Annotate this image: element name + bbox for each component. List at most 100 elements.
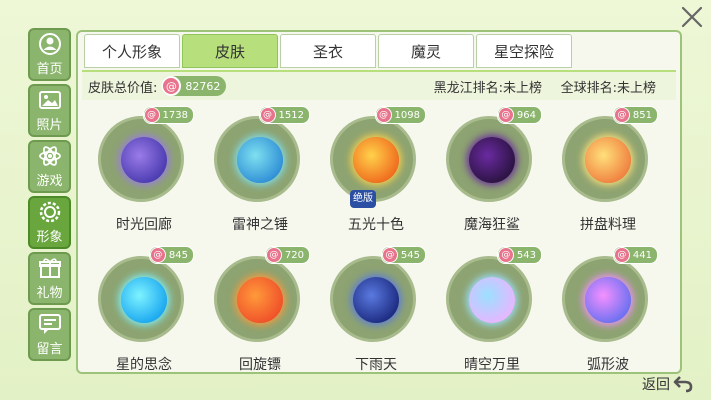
price-value: 845 xyxy=(168,249,188,261)
province-rank: 黑龙江排名:未上榜 xyxy=(433,80,542,96)
price-badge: @1738 xyxy=(142,106,194,124)
price-badge: @851 xyxy=(612,106,658,124)
total-value: 82762 xyxy=(185,79,221,93)
price-badge: @441 xyxy=(612,246,658,264)
skin-name: 星的思念 xyxy=(116,357,172,372)
skin-disc xyxy=(98,256,184,342)
price-badge: @845 xyxy=(148,246,194,264)
atom-icon xyxy=(38,144,62,168)
skin-orb xyxy=(585,137,631,183)
sidebar-item-label: 礼物 xyxy=(36,286,63,301)
sidebar-item-label: 游戏 xyxy=(36,174,63,189)
tab-saint-cloth[interactable]: 圣衣 xyxy=(280,34,376,68)
skin-orb xyxy=(585,277,631,323)
candy-icon: @ xyxy=(497,247,514,263)
limited-badge: 绝版 xyxy=(350,190,376,208)
price-badge: @964 xyxy=(496,106,542,124)
skin-disc xyxy=(330,116,416,202)
tab-star-explore[interactable]: 星空探险 xyxy=(476,34,572,68)
skin-orb xyxy=(121,277,167,323)
sidebar-item-messages[interactable]: 留言 xyxy=(28,308,71,361)
main-panel: 个人形象 皮肤 圣衣 魔灵 星空探险 皮肤总价值: @ 82762 黑龙江排名:… xyxy=(76,30,682,374)
candy-icon: @ xyxy=(161,76,182,96)
skin-name: 弧形波 xyxy=(587,357,629,372)
skin-name: 时光回廊 xyxy=(116,217,172,233)
sidebar-item-image[interactable]: 形象 xyxy=(28,196,71,249)
sidebar-item-home[interactable]: 首页 xyxy=(28,28,71,81)
sidebar-item-label: 留言 xyxy=(36,342,63,357)
gear-icon xyxy=(38,200,62,224)
price-badge: @543 xyxy=(496,246,542,264)
sidebar-item-gifts[interactable]: 礼物 xyxy=(28,252,71,305)
price-badge: @1512 xyxy=(258,106,310,124)
total-value-label: 皮肤总价值: xyxy=(88,80,158,96)
skin-card[interactable]: @1512 雷神之锤 xyxy=(202,106,318,238)
total-value-badge: @ 82762 xyxy=(161,76,227,96)
skin-name: 回旋镖 xyxy=(239,357,281,372)
skin-orb xyxy=(469,277,515,323)
price-badge: @545 xyxy=(380,246,426,264)
skin-card[interactable]: 绝版 @1098 五光十色 xyxy=(318,106,434,238)
back-label: 返回 xyxy=(642,377,670,393)
skin-orb xyxy=(353,277,399,323)
skin-orb xyxy=(469,137,515,183)
skin-disc xyxy=(562,256,648,342)
price-value: 545 xyxy=(400,249,420,261)
tab-skin[interactable]: 皮肤 xyxy=(182,34,278,68)
sidebar-item-games[interactable]: 游戏 xyxy=(28,140,71,193)
global-rank: 全球排名:未上榜 xyxy=(560,80,656,96)
price-badge: @720 xyxy=(264,246,310,264)
candy-icon: @ xyxy=(375,107,392,123)
sidebar: 首页 照片 游戏 形象 礼物 留言 xyxy=(28,28,71,361)
user-icon xyxy=(38,32,62,56)
candy-icon: @ xyxy=(143,107,160,123)
price-value: 1512 xyxy=(278,109,304,121)
price-value: 720 xyxy=(284,249,304,261)
candy-icon: @ xyxy=(613,107,630,123)
skin-name: 五光十色 xyxy=(348,217,404,233)
photo-icon xyxy=(38,88,62,112)
tab-personal-image[interactable]: 个人形象 xyxy=(84,34,180,68)
price-value: 441 xyxy=(632,249,652,261)
price-value: 1738 xyxy=(162,109,188,121)
skin-card[interactable]: @845 星的思念 xyxy=(86,246,202,372)
sidebar-item-label: 形象 xyxy=(36,230,63,245)
skin-card[interactable]: @851 拼盘料理 xyxy=(550,106,666,238)
skin-name: 魔海狂鲨 xyxy=(464,217,520,233)
candy-icon: @ xyxy=(259,107,276,123)
candy-icon: @ xyxy=(149,247,166,263)
skin-disc xyxy=(446,116,532,202)
skin-card[interactable]: @545 下雨天 xyxy=(318,246,434,372)
return-arrow-icon xyxy=(673,376,693,393)
skin-disc xyxy=(214,116,300,202)
skin-orb xyxy=(353,137,399,183)
skin-disc xyxy=(330,256,416,342)
skin-card[interactable]: @1738 时光回廊 xyxy=(86,106,202,238)
candy-icon: @ xyxy=(613,247,630,263)
tab-spirit[interactable]: 魔灵 xyxy=(378,34,474,68)
back-button[interactable]: 返回 xyxy=(642,374,693,394)
skin-disc xyxy=(214,256,300,342)
skin-card[interactable]: @441 弧形波 xyxy=(550,246,666,372)
close-button[interactable] xyxy=(679,4,705,30)
sidebar-item-photos[interactable]: 照片 xyxy=(28,84,71,137)
candy-icon: @ xyxy=(381,247,398,263)
skin-orb xyxy=(237,137,283,183)
skin-card[interactable]: @543 晴空万里 xyxy=(434,246,550,372)
skin-disc xyxy=(562,116,648,202)
skin-name: 晴空万里 xyxy=(464,357,520,372)
close-icon xyxy=(681,6,703,28)
sidebar-item-label: 照片 xyxy=(36,118,63,133)
skin-disc xyxy=(446,256,532,342)
skin-info-bar: 皮肤总价值: @ 82762 黑龙江排名:未上榜 全球排名:未上榜 xyxy=(82,70,676,100)
gift-icon xyxy=(38,256,62,280)
price-value: 543 xyxy=(516,249,536,261)
skin-disc xyxy=(98,116,184,202)
price-badge: @1098 xyxy=(374,106,426,124)
skin-card[interactable]: @964 魔海狂鲨 xyxy=(434,106,550,238)
skin-name: 雷神之锤 xyxy=(232,217,288,233)
price-value: 1098 xyxy=(394,109,420,121)
tab-bar: 个人形象 皮肤 圣衣 魔灵 星空探险 xyxy=(84,34,574,70)
skin-name: 下雨天 xyxy=(355,357,397,372)
skin-card[interactable]: @720 回旋镖 xyxy=(202,246,318,372)
